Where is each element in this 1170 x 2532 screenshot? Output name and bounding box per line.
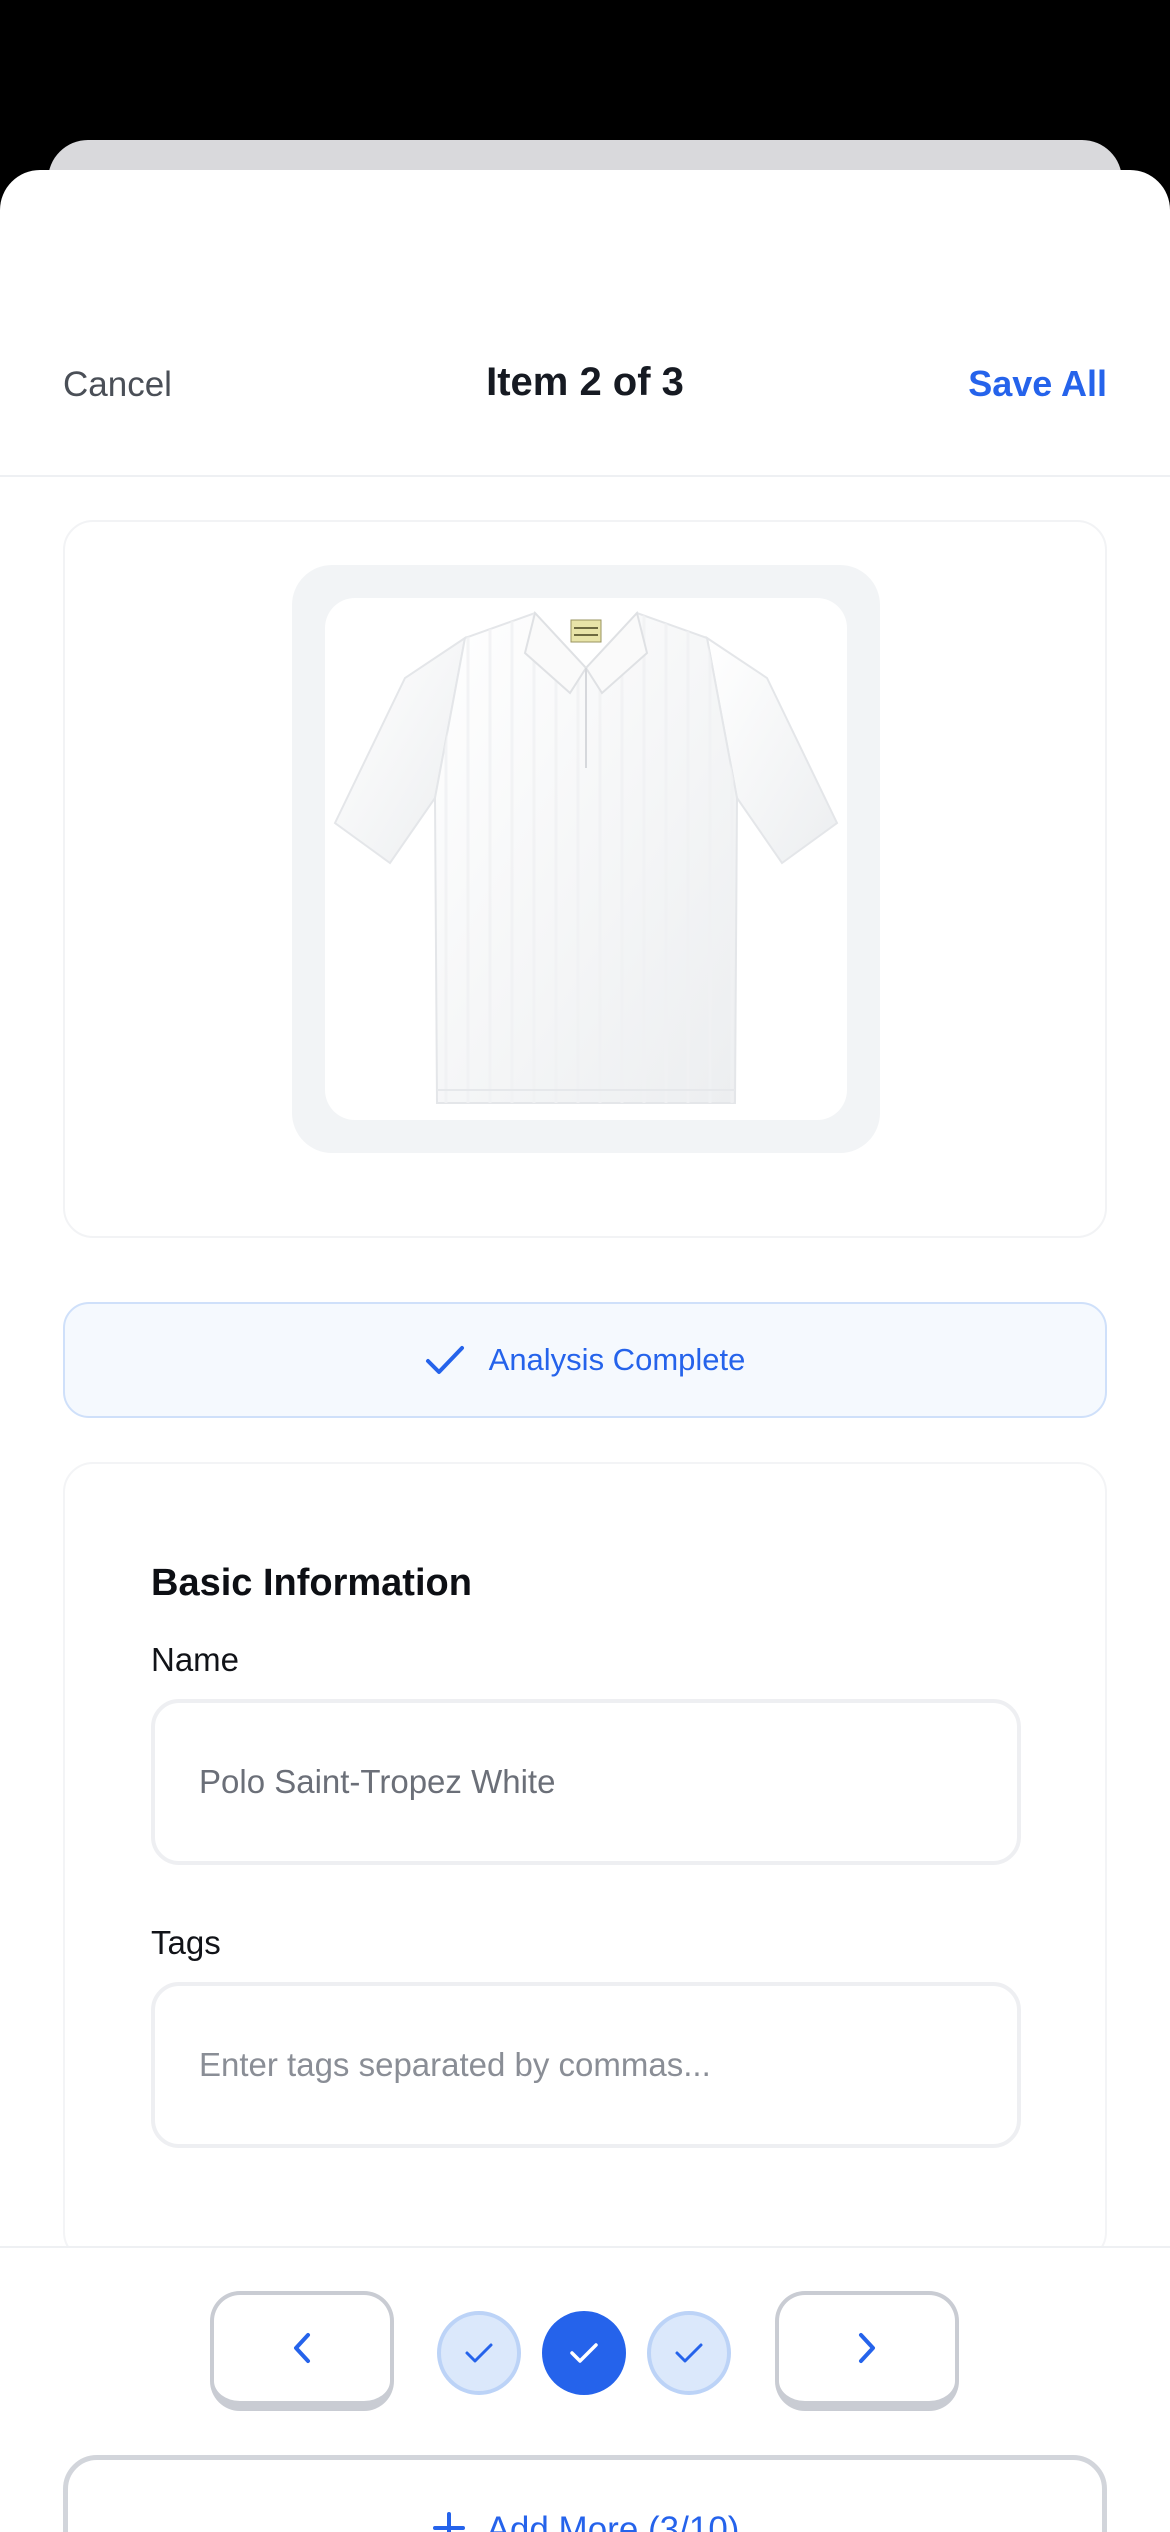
check-icon [465,2343,493,2363]
pager-dot-1[interactable] [437,2311,521,2395]
analysis-status-banner: Analysis Complete [63,1302,1107,1418]
item-photo[interactable] [325,598,847,1120]
previous-item-button[interactable] [210,2291,394,2411]
name-input[interactable] [151,1699,1021,1865]
pager-dot-2-current[interactable] [542,2311,626,2395]
name-label: Name [151,1641,240,1678]
next-item-button[interactable] [775,2291,959,2411]
status-text: Analysis Complete [488,1342,746,1377]
tags-label: Tags [151,1924,221,1961]
plus-icon [432,2512,465,2532]
image-frame [292,565,880,1153]
polo-shirt-image [333,610,839,1104]
check-icon [425,1346,464,1374]
navigation-bar: Cancel Item 2 of 3 Save All [0,170,1170,477]
save-all-button[interactable]: Save All [968,363,1107,405]
check-icon [570,2343,598,2363]
section-title: Basic Information [151,1562,472,1604]
pager-dot-3[interactable] [647,2311,731,2395]
add-more-label: Add More (3/10) [486,2510,740,2532]
tags-input[interactable] [151,1982,1021,2148]
chevron-right-icon [859,2333,875,2363]
item-image-card [63,520,1107,1238]
add-more-button[interactable]: Add More (3/10) [63,2455,1107,2532]
basic-information-card: Basic Information Name Tags [63,1462,1107,2262]
edit-item-sheet: Cancel Item 2 of 3 Save All Analysis Com… [0,170,1170,2532]
chevron-left-icon [294,2333,310,2363]
bottom-pager-bar: Add More (3/10) [0,2246,1170,2532]
check-icon [675,2343,703,2363]
